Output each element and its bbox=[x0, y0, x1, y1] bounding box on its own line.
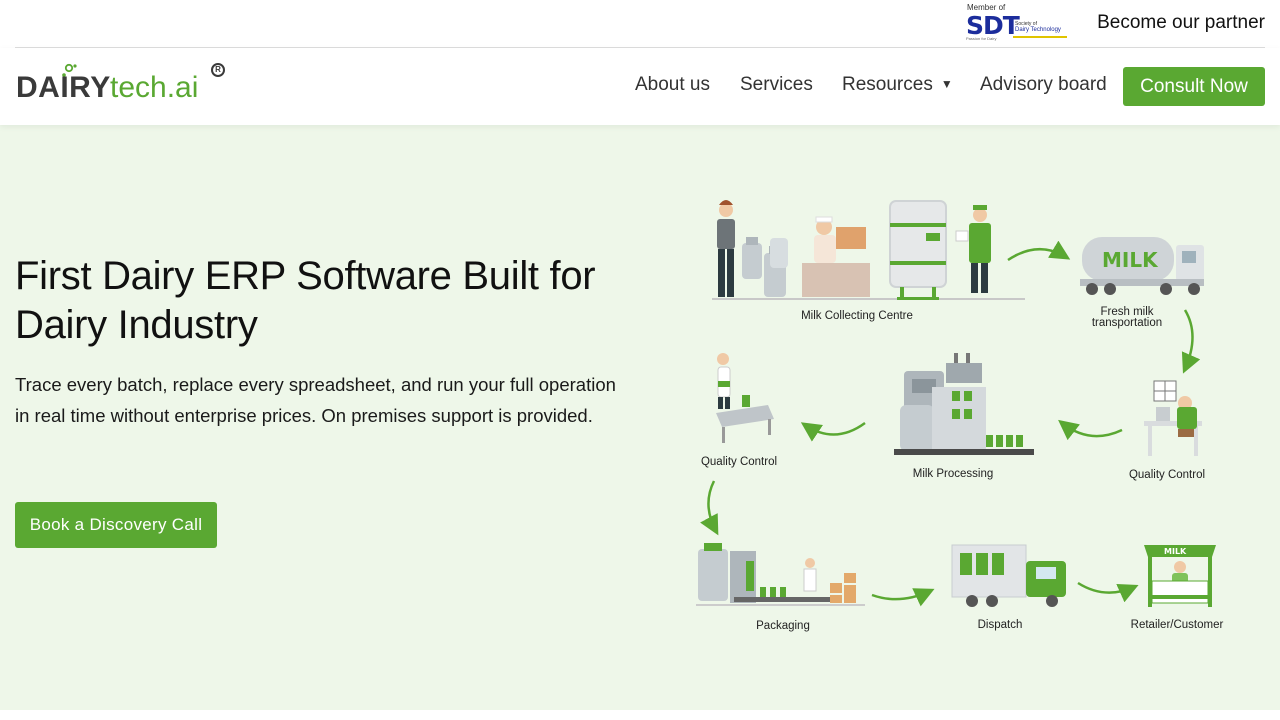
dairy-supply-chain-illustration: MILK MILK Milk Collecting Centre Fresh m… bbox=[690, 125, 1250, 710]
label-quality-control-left: Quality Control bbox=[701, 456, 777, 468]
sdt-line2: Dairy Technology bbox=[1015, 27, 1061, 33]
hero-section: First Dairy ERP Software Built for Dairy… bbox=[0, 125, 1280, 710]
logo-word-dairy: DAIRY bbox=[16, 71, 111, 104]
label-packaging: Packaging bbox=[756, 620, 810, 632]
arrow-2 bbox=[1181, 309, 1201, 374]
hero-title: First Dairy ERP Software Built for Dairy… bbox=[15, 254, 596, 347]
arrow-5 bbox=[700, 480, 719, 536]
label-dispatch: Dispatch bbox=[978, 619, 1023, 631]
top-bar: Member of SDT Society of Dairy Technolog… bbox=[0, 0, 1280, 48]
main-navbar: DAIRY tech.ai R About us Services Resour… bbox=[0, 48, 1280, 125]
milk-collecting-centre-icon bbox=[712, 200, 1025, 300]
book-discovery-call-button[interactable]: Book a Discovery Call bbox=[15, 502, 217, 548]
milk-tanker-truck-icon: MILK bbox=[1080, 237, 1204, 295]
become-partner-link[interactable]: Become our partner bbox=[1097, 12, 1265, 34]
registered-icon: R bbox=[211, 63, 225, 77]
consult-now-button[interactable]: Consult Now bbox=[1123, 67, 1265, 106]
nav-about-us[interactable]: About us bbox=[635, 74, 710, 96]
shop-milk-text: MILK bbox=[1164, 547, 1187, 556]
arrow-7 bbox=[1077, 581, 1139, 603]
nav-services[interactable]: Services bbox=[740, 74, 813, 96]
arrow-6 bbox=[871, 588, 935, 607]
label-transportation: transportation bbox=[1092, 317, 1162, 329]
dispatch-truck-icon bbox=[951, 544, 1066, 607]
sdt-underline bbox=[1013, 36, 1067, 38]
milk-processing-machine-icon bbox=[894, 353, 1034, 455]
truck-milk-text: MILK bbox=[1102, 248, 1159, 272]
label-quality-control-right: Quality Control bbox=[1129, 469, 1205, 481]
nav-advisory-board[interactable]: Advisory board bbox=[980, 74, 1107, 96]
retailer-shop-icon: MILK bbox=[1144, 545, 1216, 607]
caret-down-icon: ▼ bbox=[940, 77, 953, 91]
quality-control-inspector-icon bbox=[716, 353, 774, 443]
sdt-member-badge[interactable]: Member of SDT Society of Dairy Technolog… bbox=[965, 3, 1073, 43]
hero-description: Trace every batch, replace every spreads… bbox=[15, 374, 616, 426]
nav-resources[interactable]: Resources ▼ bbox=[842, 74, 953, 96]
arrow-4 bbox=[800, 421, 866, 442]
logo-word-tech: tech.ai bbox=[110, 71, 199, 104]
nav-resources-label: Resources bbox=[842, 74, 933, 95]
dairytech-logo[interactable]: DAIRY tech.ai R bbox=[16, 63, 231, 107]
label-retailer-customer: Retailer/Customer bbox=[1131, 619, 1224, 631]
label-milk-collecting-centre: Milk Collecting Centre bbox=[801, 310, 913, 322]
label-milk-processing: Milk Processing bbox=[913, 468, 994, 480]
arrow-3 bbox=[1058, 419, 1123, 441]
flow-graphic: MILK MILK Milk Collecting Centre Fresh m… bbox=[696, 200, 1224, 632]
quality-control-lab-icon bbox=[1144, 380, 1202, 456]
packaging-line-icon bbox=[696, 543, 865, 606]
arrow-1 bbox=[1007, 240, 1071, 262]
sdt-tagline: Passion for Dairy bbox=[966, 36, 997, 41]
bottom-strip bbox=[0, 710, 1280, 720]
